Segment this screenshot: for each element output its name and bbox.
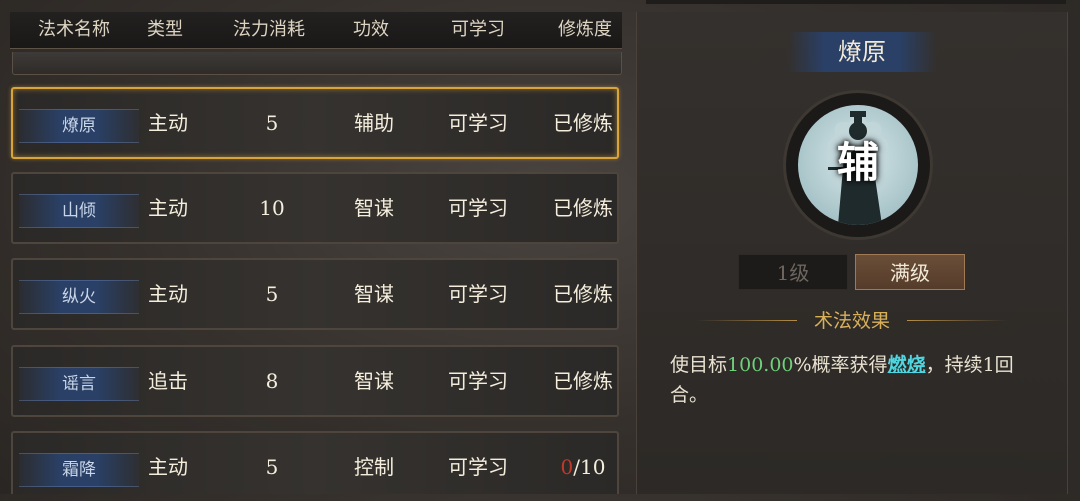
effect-mid: %概率获得 bbox=[793, 354, 888, 376]
effect-prefix: 使目标 bbox=[670, 354, 728, 376]
spell-learnable: 可学习 bbox=[448, 111, 508, 135]
progress-total: /10 bbox=[573, 455, 606, 479]
portrait-image: 辅 bbox=[798, 105, 918, 225]
partial-row-above bbox=[12, 52, 622, 75]
spell-title: 燎原 bbox=[787, 32, 937, 72]
spell-name: 谣言 bbox=[19, 367, 139, 401]
spell-type: 主动 bbox=[148, 282, 188, 306]
table-row[interactable]: 燎原 主动 5 辅助 可学习 已修炼 bbox=[11, 87, 619, 159]
effect-description: 使目标100.00%概率获得燃烧，持续1回合。 bbox=[670, 350, 1040, 410]
spell-progress: 0/10 bbox=[533, 433, 633, 501]
spell-effect: 辅助 bbox=[354, 111, 394, 135]
header-name: 法术名称 bbox=[38, 19, 110, 40]
spell-type-glyph: 辅 bbox=[836, 138, 879, 187]
header-effect: 功效 bbox=[353, 19, 389, 40]
table-row[interactable]: 纵火 主动 5 智谋 可学习 已修炼 bbox=[11, 258, 619, 330]
effect-rate: 100.00 bbox=[727, 354, 794, 376]
spell-cost: 5 bbox=[265, 111, 279, 135]
divider-left bbox=[697, 320, 797, 321]
effect-title: 术法效果 bbox=[813, 310, 890, 332]
spell-cost: 5 bbox=[265, 455, 279, 479]
spell-type: 主动 bbox=[148, 111, 188, 135]
spell-progress: 已修炼 bbox=[553, 111, 613, 135]
spell-learnable: 可学习 bbox=[448, 369, 508, 393]
spell-detail-panel: 燎原 辅 1级 满级 术法效果 使目标100.00%概率获得燃烧，持续1回合。 bbox=[636, 12, 1068, 494]
table-row[interactable]: 霜降 主动 5 控制 可学习 0/10 bbox=[11, 431, 619, 494]
level-1-button[interactable]: 1级 bbox=[738, 254, 848, 290]
spell-cost: 5 bbox=[265, 282, 279, 306]
spell-effect: 智谋 bbox=[354, 369, 394, 393]
top-frame-bar bbox=[646, 0, 1066, 4]
status-link-burn[interactable]: 燃烧 bbox=[888, 354, 926, 376]
progress-current: 0 bbox=[560, 455, 574, 479]
level-max-button[interactable]: 满级 bbox=[855, 254, 965, 290]
spell-name: 纵火 bbox=[19, 280, 139, 314]
table-row[interactable]: 谣言 追击 8 智谋 可学习 已修炼 bbox=[11, 345, 619, 417]
effect-section-header: 术法效果 bbox=[637, 306, 1067, 336]
divider-right bbox=[907, 320, 1007, 321]
spell-type: 主动 bbox=[148, 455, 188, 479]
table-row[interactable]: 山倾 主动 10 智谋 可学习 已修炼 bbox=[11, 172, 619, 244]
spell-type: 主动 bbox=[148, 196, 188, 220]
spell-effect: 智谋 bbox=[354, 196, 394, 220]
spell-name: 燎原 bbox=[19, 109, 139, 143]
spell-cost: 8 bbox=[265, 369, 279, 393]
header-progress: 修炼度 bbox=[558, 19, 612, 40]
panel-edge bbox=[1066, 12, 1080, 494]
spell-effect: 智谋 bbox=[354, 282, 394, 306]
spell-learnable: 可学习 bbox=[448, 196, 508, 220]
spell-progress: 已修炼 bbox=[553, 196, 613, 220]
header-type: 类型 bbox=[147, 19, 183, 40]
spell-progress: 已修炼 bbox=[553, 282, 613, 306]
spell-cost: 10 bbox=[259, 196, 285, 220]
spell-type: 追击 bbox=[148, 369, 188, 393]
header-learn: 可学习 bbox=[451, 19, 505, 40]
spell-learnable: 可学习 bbox=[448, 282, 508, 306]
table-header: 法术名称 类型 法力消耗 功效 可学习 修炼度 bbox=[10, 12, 622, 49]
spell-name: 霜降 bbox=[19, 453, 139, 487]
spell-name: 山倾 bbox=[19, 194, 139, 228]
spell-learnable: 可学习 bbox=[448, 455, 508, 479]
spell-portrait: 辅 bbox=[783, 90, 933, 240]
header-cost: 法力消耗 bbox=[233, 19, 305, 40]
spell-list-panel: 法术名称 类型 法力消耗 功效 可学习 修炼度 燎原 主动 5 辅助 可学习 已… bbox=[0, 0, 630, 494]
spell-progress: 已修炼 bbox=[553, 369, 613, 393]
spell-effect: 控制 bbox=[354, 455, 394, 479]
